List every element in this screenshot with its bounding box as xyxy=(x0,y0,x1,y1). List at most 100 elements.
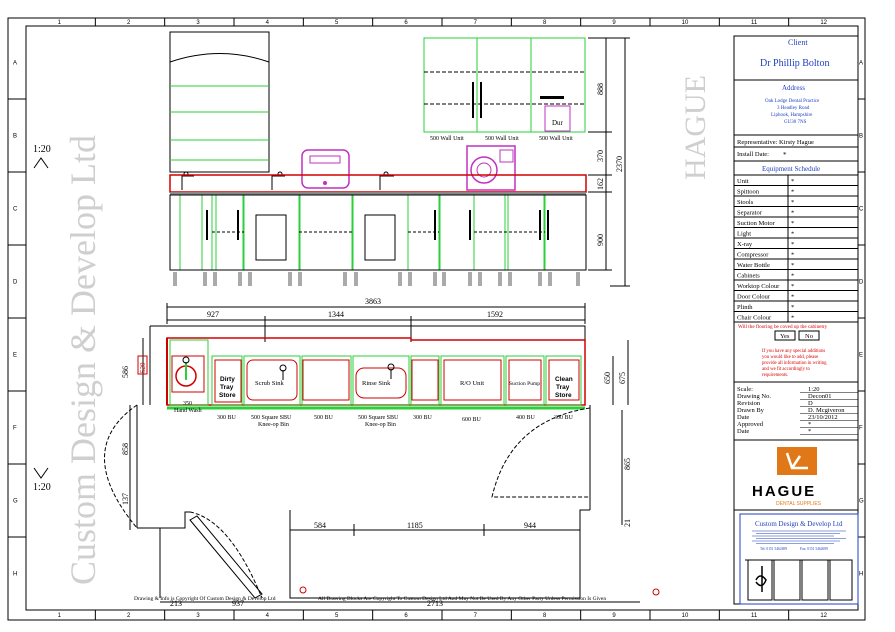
elevation-scale: 1:20 xyxy=(33,144,51,155)
label-600bu: 600 BU xyxy=(462,417,482,423)
company-name: Custom Design & Develop Ltd xyxy=(755,520,843,528)
label-rinse-sink: Rinse Sink xyxy=(362,380,391,387)
dim-586: 586 xyxy=(121,366,130,378)
dim-900: 900 xyxy=(596,234,605,246)
wall-unit-label-1: 500 Wall Unit xyxy=(430,136,464,142)
schedule-item-label: Stools xyxy=(737,199,754,206)
col-label-top: 10 xyxy=(682,20,689,26)
schedule-item-value: * xyxy=(791,178,794,185)
dim-1344: 1344 xyxy=(328,310,344,319)
meta-label: Revision xyxy=(737,400,761,407)
schedule-item-label: Compressor xyxy=(737,252,769,259)
address-line-1: Oak Lodge Dental Practice xyxy=(765,99,820,104)
copyright-right: All Drawing Blocks Are Copyright To Cust… xyxy=(318,596,606,602)
yes-label: Yes xyxy=(780,333,790,340)
plan-scale-arrow xyxy=(33,467,49,479)
schedule-item-label: Water Bottle xyxy=(737,262,770,269)
note-line-3: provide all information in writing xyxy=(762,361,827,366)
address-heading: Address xyxy=(782,84,805,92)
schedule-item-value: * xyxy=(791,220,794,227)
dim-944: 944 xyxy=(524,521,536,530)
meta-label: Approved xyxy=(737,421,764,428)
hague-logo-name: HAGUE xyxy=(752,483,816,500)
dim-888: 888 xyxy=(596,83,605,95)
row-label-left: E xyxy=(13,353,17,359)
label-kneeop-a: Knee-op Bin xyxy=(258,422,289,428)
signature-mark xyxy=(755,566,767,592)
row-label-left: G xyxy=(13,499,18,505)
meta-label: Date xyxy=(737,414,749,421)
col-label-top: 8 xyxy=(543,20,547,26)
no-label: No xyxy=(805,333,813,340)
note-line-1: If you have any special additions xyxy=(762,349,825,354)
label-300bu-b: 300 BU xyxy=(413,415,433,421)
client-name: Dr Phillip Bolton xyxy=(760,58,829,69)
elevation-scale-arrow xyxy=(33,157,49,169)
meta-value: * xyxy=(808,421,811,428)
col-label-bottom: 1 xyxy=(58,613,62,619)
dim-370: 370 xyxy=(596,150,605,162)
label-suction-pump: Suction Pump xyxy=(509,381,540,387)
hague-logo-sub: DENTAL SUPPLIES xyxy=(776,501,822,507)
schedule-item-label: Unit xyxy=(737,178,749,185)
col-label-top: 3 xyxy=(196,20,200,26)
company-fax: Fax: 0151 5462699 xyxy=(800,547,828,551)
dim-137: 137 xyxy=(121,493,130,505)
schedule-item-label: Door Colour xyxy=(737,294,771,301)
elevation-view: Dur 500 Wall Unit 500 Wall Unit 500 Wall… xyxy=(169,31,630,287)
schedule-heading: Equipment Schedule xyxy=(762,165,820,173)
label-500bu: 500 BU xyxy=(314,415,334,421)
meta-value: D xyxy=(808,400,813,407)
schedule-item-label: Worktop Colour xyxy=(737,283,780,290)
schedule-item-label: Plinth xyxy=(737,304,753,311)
label-clean-tray-3: Store xyxy=(555,392,572,399)
row-label-left: H xyxy=(13,572,17,578)
label-kneeop-b: Knee-op Bin xyxy=(365,422,396,428)
wall-unit-label-2: 500 Wall Unit xyxy=(485,136,519,142)
representative: Representative: Kirsty Hague xyxy=(737,139,814,146)
col-label-top: 4 xyxy=(266,20,270,26)
client-heading: Client xyxy=(788,38,808,47)
worktop-elevation xyxy=(169,174,587,193)
label-hand-wash: Hand Wash xyxy=(174,408,202,414)
col-label-top: 9 xyxy=(612,20,616,26)
inner-border xyxy=(25,25,859,611)
col-label-bottom: 3 xyxy=(196,613,200,619)
row-label-right: E xyxy=(859,353,863,359)
meta-label: Drawn By xyxy=(737,407,765,414)
schedule-item-value: * xyxy=(791,262,794,269)
meta-value: * xyxy=(808,428,811,435)
door-right-swing xyxy=(491,407,591,498)
address-line-3: Liphook, Hampshire xyxy=(771,113,813,118)
drawing-meta: Scale: 1:20 Drawing No. Decon01 Revision D Dra… xyxy=(737,386,858,435)
wall-unit-label-3: 500 Wall Unit xyxy=(539,136,573,142)
schedule-item-label: Cabinets xyxy=(737,273,760,280)
schedule-item-value: * xyxy=(791,252,794,259)
install-date-value: * xyxy=(783,151,787,159)
row-label-left: D xyxy=(13,280,18,286)
dim-584: 584 xyxy=(314,521,326,530)
col-label-top: 2 xyxy=(127,20,131,26)
label-dirty-tray-1: Dirty xyxy=(220,376,235,383)
meta-value: D. Mcgiveron xyxy=(808,407,845,414)
col-label-top: 7 xyxy=(474,20,478,26)
label-ro-unit: R/O Unit xyxy=(460,380,484,387)
room-walls xyxy=(136,325,590,599)
schedule-item-label: X-ray xyxy=(737,241,753,248)
title-block: Client Dr Phillip Bolton Address Oak Lod… xyxy=(733,35,859,605)
door-left-swing xyxy=(104,404,138,529)
dim-162: 162 xyxy=(596,178,605,190)
door-bottom-swing xyxy=(189,511,263,599)
col-label-bottom: 11 xyxy=(751,613,758,619)
col-label-bottom: 5 xyxy=(335,613,339,619)
col-label-top: 5 xyxy=(335,20,339,26)
plinth-legs xyxy=(173,272,580,286)
col-label-bottom: 7 xyxy=(474,613,478,619)
row-label-left: A xyxy=(13,61,17,67)
note-line-2: you would like to add, please xyxy=(762,355,818,360)
col-label-bottom: 2 xyxy=(127,613,131,619)
wall-units-outline xyxy=(423,37,586,133)
label-350: 350 xyxy=(183,401,192,407)
schedule-item-value: * xyxy=(791,241,794,248)
dim-865: 865 xyxy=(623,458,632,470)
